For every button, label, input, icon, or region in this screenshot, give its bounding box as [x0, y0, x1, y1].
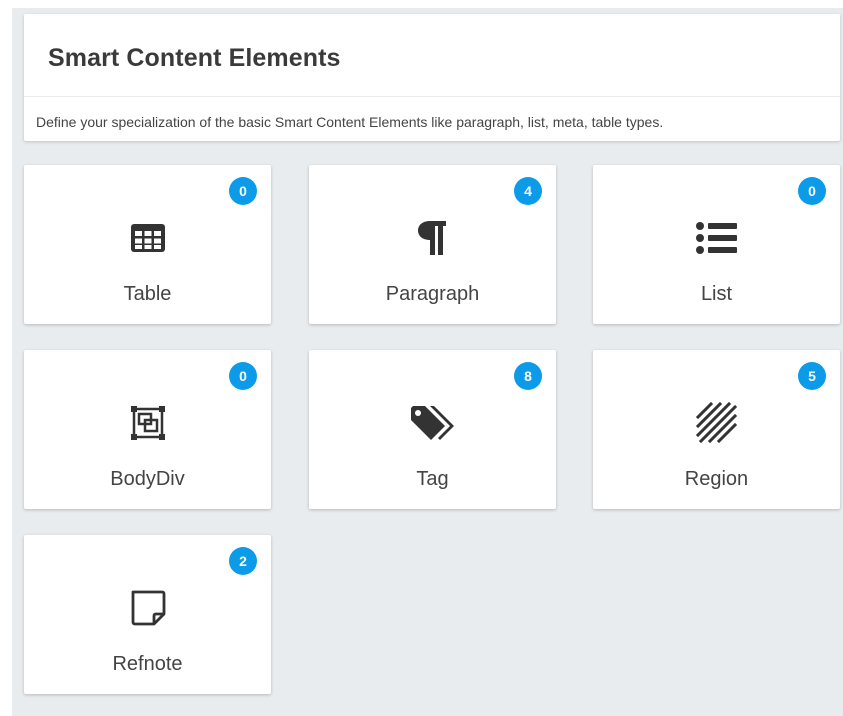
count-badge: 2 — [229, 547, 257, 575]
tile-region[interactable]: 5 Region — [593, 350, 840, 509]
header-card: Smart Content Elements Define your speci… — [24, 14, 840, 141]
count-badge: 8 — [514, 362, 542, 390]
tile-label: Paragraph — [385, 283, 480, 305]
count-badge: 4 — [514, 177, 542, 205]
tile-label: BodyDiv — [110, 468, 185, 490]
table-icon — [24, 220, 271, 256]
refnote-icon — [24, 590, 271, 626]
content-panel: Smart Content Elements Define your speci… — [12, 8, 843, 716]
bodydiv-icon — [24, 405, 271, 441]
tile-paragraph[interactable]: 4 Paragraph — [309, 165, 556, 324]
page-description: Define your specialization of the basic … — [36, 114, 664, 130]
header-divider — [24, 96, 840, 97]
count-badge: 0 — [229, 362, 257, 390]
tile-tag[interactable]: 8 Tag — [309, 350, 556, 509]
list-icon — [593, 220, 840, 256]
tile-table[interactable]: 0 Table — [24, 165, 271, 324]
tile-label: Tag — [416, 468, 449, 490]
tile-list[interactable]: 0 List — [593, 165, 840, 324]
tile-label: List — [700, 283, 733, 305]
region-icon — [593, 401, 840, 444]
tile-label: Table — [123, 283, 172, 305]
tile-label: Region — [684, 468, 749, 490]
count-badge: 0 — [798, 177, 826, 205]
tile-refnote[interactable]: 2 Refnote — [24, 535, 271, 694]
count-badge: 0 — [229, 177, 257, 205]
count-badge: 5 — [798, 362, 826, 390]
tile-label: Refnote — [112, 653, 183, 675]
tile-bodydiv[interactable]: 0 BodyDiv — [24, 350, 271, 509]
paragraph-icon — [309, 220, 556, 256]
tag-icon — [309, 405, 556, 441]
page-title: Smart Content Elements — [48, 44, 341, 72]
